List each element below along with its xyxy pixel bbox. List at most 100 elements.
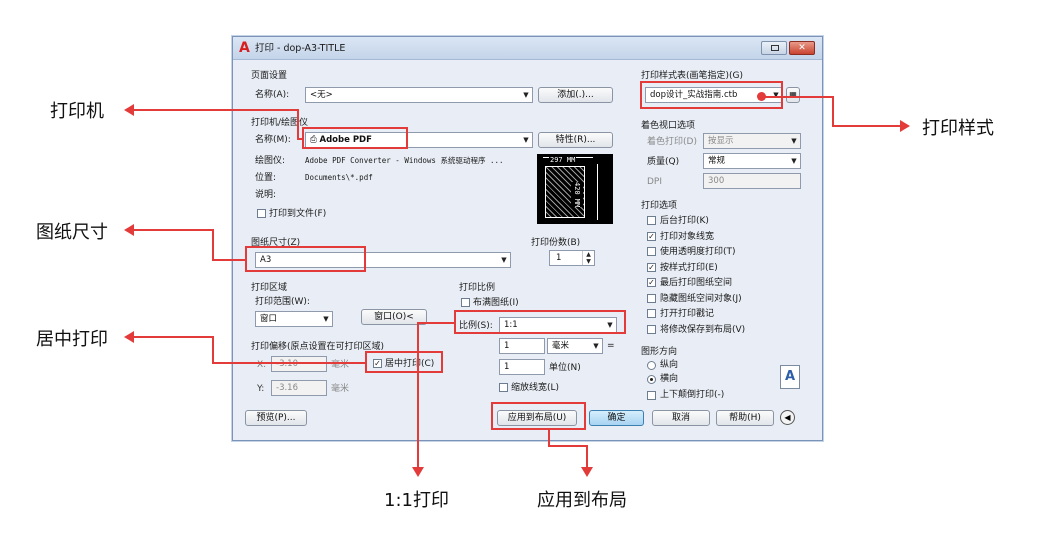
dpi-label: DPI	[647, 177, 663, 187]
page-setup-name-select[interactable]: <无> ▼	[305, 87, 533, 103]
offset-x-value: -3.10	[276, 359, 298, 369]
offset-y-input[interactable]: -3.16	[271, 380, 327, 396]
annotation-center-plot: 居中打印	[36, 329, 108, 350]
center-plot-connector	[132, 336, 214, 338]
spinner-arrows-icon[interactable]: ▲ ▼	[582, 251, 594, 265]
offset-x-input[interactable]: -3.10	[271, 356, 327, 372]
plot-option-checkbox[interactable]: ✓	[647, 231, 656, 241]
radio-dot-icon	[650, 378, 653, 381]
landscape-radio[interactable]	[647, 375, 656, 384]
dpi-input[interactable]: 300	[703, 173, 801, 189]
help-button[interactable]: 帮助(H)	[716, 410, 774, 426]
offset-y-unit: 毫米	[331, 384, 350, 394]
dpi-value: 300	[708, 176, 725, 186]
preview-height-dimension	[592, 164, 598, 220]
plot-option-checkbox[interactable]	[647, 247, 656, 256]
plot-option-checkbox[interactable]	[647, 293, 656, 303]
apply-layout-connector-vert2	[586, 445, 588, 467]
orientation-section-label: 图形方向	[641, 347, 678, 357]
restore-button[interactable]	[761, 41, 787, 55]
upside-down-label: 上下颠倒打印(-)	[660, 390, 725, 400]
offset-x-unit: 毫米	[331, 360, 350, 370]
plot-range-select[interactable]: 窗口 ▼	[255, 311, 333, 327]
print-to-file-label: 打印到文件(F)	[269, 209, 327, 219]
plot-range-value: 窗口	[260, 314, 278, 324]
preview-height-label: 420 MM	[571, 182, 583, 208]
chevron-down-icon: ▼	[593, 342, 599, 350]
upside-down-checkbox[interactable]	[647, 391, 656, 400]
location-value: Documents\*.pdf	[305, 173, 373, 182]
chevron-down-icon: ▼	[523, 136, 529, 144]
window-title: 打印 - dop-A3-TITLE	[255, 43, 346, 54]
apply-layout-connector-vert	[548, 430, 550, 446]
shaded-viewport-section-label: 着色视口选项	[641, 121, 696, 131]
cancel-button[interactable]: 取消	[652, 410, 710, 426]
fit-to-paper-checkbox[interactable]	[461, 298, 470, 307]
copies-value: 1	[556, 253, 562, 263]
portrait-radio[interactable]	[647, 361, 656, 370]
plot-style-connector-dot	[757, 92, 766, 101]
preview-width-label: 297 MM	[549, 154, 577, 166]
quality-select[interactable]: 常规 ▼	[703, 153, 801, 169]
arrow-left-icon	[124, 224, 134, 236]
scale-lineweights-label: 缩放线宽(L)	[511, 383, 560, 393]
collapse-options-button[interactable]: ◀	[780, 410, 795, 425]
printer-connector	[132, 109, 298, 111]
offset-y-value: -3.16	[276, 383, 298, 393]
highlight-printer-name	[302, 127, 408, 149]
landscape-label: 横向	[660, 374, 679, 384]
scale-value2-input[interactable]: 1	[499, 359, 545, 375]
plotter-label: 绘图仪:	[255, 156, 286, 166]
page-setup-name-value: <无>	[310, 90, 333, 100]
arrow-down-icon	[412, 467, 424, 477]
scale-equals: =	[607, 341, 615, 351]
plot-option-label: 使用透明度打印(T)	[660, 247, 736, 257]
quality-label: 质量(Q)	[647, 157, 680, 167]
plot-option-checkbox[interactable]: ✓	[647, 278, 656, 287]
arrow-left-icon	[124, 104, 134, 116]
preview-button[interactable]: 预览(P)...	[245, 410, 307, 426]
annotation-scale-1to1: 1:1打印	[384, 490, 449, 511]
close-button[interactable]: ✕	[789, 41, 815, 55]
orientation-paper-icon: A	[780, 365, 800, 389]
properties-button[interactable]: 特性(R)...	[538, 132, 613, 148]
highlight-center-plot	[365, 351, 443, 373]
arrow-right-icon	[900, 120, 910, 132]
plot-style-connector-vert	[832, 96, 834, 126]
center-plot-connector-end	[212, 362, 366, 364]
ok-button[interactable]: 确定	[589, 410, 644, 426]
scale-value2: 1	[504, 362, 510, 372]
scale-unit-select[interactable]: 毫米 ▼	[547, 338, 603, 354]
shade-plot-select[interactable]: 按显示 ▼	[703, 133, 801, 149]
highlight-scale	[454, 310, 626, 334]
chevron-down-icon: ▼	[323, 315, 329, 323]
paper-size-connector-vert	[212, 229, 214, 260]
printer-section-label: 打印机/绘图仪	[251, 118, 309, 128]
title-bar[interactable]: A 打印 - dop-A3-TITLE ✕	[233, 37, 822, 60]
page-setup-section-label: 页面设置	[251, 71, 288, 81]
plot-style-connector	[762, 96, 834, 98]
add-page-setup-button[interactable]: 添加(.)...	[538, 87, 613, 103]
chevron-down-icon: ▼	[791, 137, 797, 145]
plot-option-checkbox[interactable]	[647, 309, 656, 318]
scale-lineweights-checkbox[interactable]	[499, 383, 508, 392]
chevron-down-icon: ▼	[791, 157, 797, 165]
center-plot-connector-vert	[212, 336, 214, 364]
scale-value1-input[interactable]: 1	[499, 338, 545, 354]
scale-value1: 1	[504, 341, 510, 351]
annotation-plot-style: 打印样式	[922, 118, 994, 139]
annotation-apply-layout: 应用到布局	[537, 490, 627, 511]
arrow-down-icon	[581, 467, 593, 477]
plot-option-checkbox[interactable]	[647, 324, 656, 334]
printer-name-label: 名称(M):	[255, 135, 291, 145]
arrow-left-icon	[124, 331, 134, 343]
printer-connector-end	[297, 138, 304, 140]
plot-option-label: 后台打印(K)	[660, 216, 709, 226]
plot-option-label: 按样式打印(E)	[660, 262, 718, 273]
plot-option-label: 将修改保存到布局(V)	[660, 324, 746, 335]
print-to-file-checkbox[interactable]	[257, 209, 266, 218]
copies-spinner[interactable]: 1 ▲ ▼	[549, 250, 595, 266]
plot-option-checkbox[interactable]: ✓	[647, 262, 656, 272]
edit-plot-style-button[interactable]: ▦	[786, 87, 800, 103]
plot-option-checkbox[interactable]	[647, 216, 656, 225]
